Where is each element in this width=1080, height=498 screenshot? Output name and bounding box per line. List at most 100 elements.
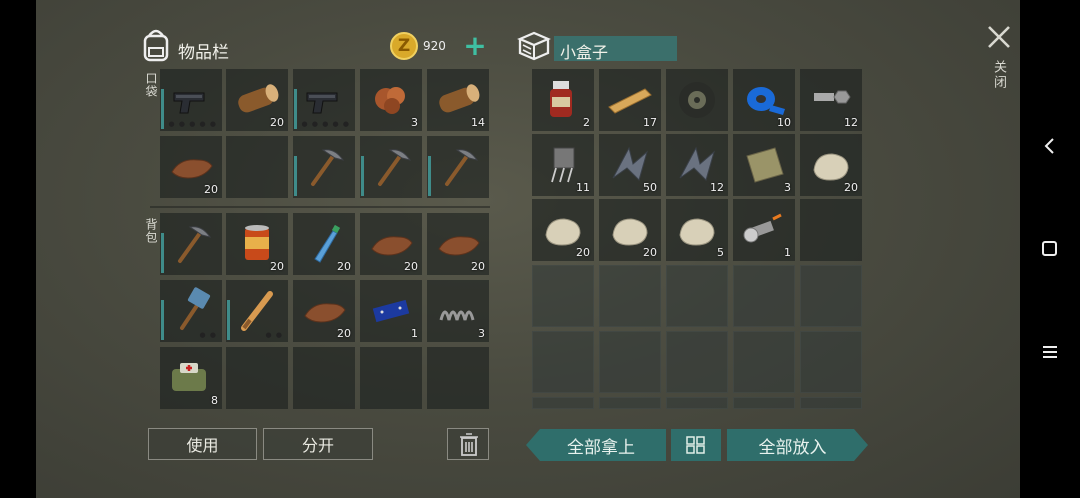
close-label[interactable]: 关闭: [989, 60, 1008, 90]
inventory-slot[interactable]: 5: [666, 199, 728, 261]
empty-slot[interactable]: [360, 347, 422, 409]
add-coins-button[interactable]: +: [462, 32, 488, 60]
durability-bar: [294, 89, 297, 129]
item-count: 20: [643, 246, 657, 259]
back-nav-icon[interactable]: [1030, 126, 1070, 166]
inventory-slot[interactable]: 3: [427, 280, 489, 342]
item-count: 8: [211, 394, 218, 407]
inventory-slot[interactable]: [293, 136, 355, 198]
inventory-slot[interactable]: 8: [160, 347, 222, 409]
empty-slot[interactable]: [666, 265, 728, 327]
box-icon: [516, 30, 552, 62]
container-name-field[interactable]: 小盒子: [554, 36, 677, 62]
item-count: 20: [270, 260, 284, 273]
inventory-slot[interactable]: 1: [733, 199, 795, 261]
inventory-slot[interactable]: 20: [226, 69, 288, 131]
inventory-slot[interactable]: 1: [360, 280, 422, 342]
empty-slot[interactable]: [666, 331, 728, 393]
durability-bar: [161, 300, 164, 340]
put-all-button[interactable]: 全部放入: [727, 429, 868, 461]
inventory-slot[interactable]: 20: [427, 213, 489, 275]
inventory-slot[interactable]: 2: [532, 69, 594, 131]
coin-count: 920: [423, 39, 446, 53]
section-divider: [150, 206, 490, 208]
item-count: 3: [478, 327, 485, 340]
empty-slot[interactable]: [733, 331, 795, 393]
inventory-slot[interactable]: 20: [293, 213, 355, 275]
empty-slot[interactable]: [733, 397, 795, 409]
empty-slot[interactable]: [532, 265, 594, 327]
home-nav-icon[interactable]: [1030, 229, 1070, 269]
empty-slot[interactable]: [226, 347, 288, 409]
item-count: 1: [784, 246, 791, 259]
inventory-slot[interactable]: 3: [360, 69, 422, 131]
item-count: 3: [411, 116, 418, 129]
trash-button[interactable]: [447, 428, 489, 460]
item-count: 20: [404, 260, 418, 273]
container-title: 小盒子: [560, 43, 609, 62]
inventory-slot[interactable]: 20: [293, 280, 355, 342]
take-all-button[interactable]: 全部拿上: [526, 429, 666, 461]
item-count: 20: [844, 181, 858, 194]
item-count: 50: [643, 181, 657, 194]
inventory-slot[interactable]: [666, 69, 728, 131]
inventory-slot[interactable]: ● ● ● ● ●: [160, 69, 222, 131]
use-button[interactable]: 使用: [148, 428, 257, 460]
inventory-slot[interactable]: 11: [532, 134, 594, 196]
inventory-slot[interactable]: 50: [599, 134, 661, 196]
close-icon[interactable]: [984, 22, 1014, 52]
left-black-bar: [0, 0, 36, 498]
inventory-slot[interactable]: 20: [599, 199, 661, 261]
item-count: 20: [270, 116, 284, 129]
empty-slot[interactable]: [599, 397, 661, 409]
empty-slot[interactable]: [532, 397, 594, 409]
inventory-slot[interactable]: 20: [360, 213, 422, 275]
inventory-slot[interactable]: 14: [427, 69, 489, 131]
inventory-slot[interactable]: 20: [226, 213, 288, 275]
empty-slot[interactable]: [599, 331, 661, 393]
empty-slot[interactable]: [666, 397, 728, 409]
inventory-slot[interactable]: 20: [532, 199, 594, 261]
trash-icon: [459, 433, 479, 461]
take-all-label: 全部拿上: [567, 437, 635, 458]
empty-slot[interactable]: [733, 265, 795, 327]
inventory-slot[interactable]: 12: [666, 134, 728, 196]
item-count: 20: [204, 183, 218, 196]
empty-slot[interactable]: [293, 347, 355, 409]
inventory-slot[interactable]: ● ●: [226, 280, 288, 342]
item-count: 20: [337, 260, 351, 273]
empty-slot[interactable]: [599, 265, 661, 327]
durability-bar: [361, 156, 364, 196]
durability-dots: ● ●: [265, 331, 283, 339]
empty-slot[interactable]: [800, 397, 862, 409]
empty-slot[interactable]: [427, 347, 489, 409]
durability-bar: [161, 89, 164, 129]
durability-bar: [161, 233, 164, 273]
pocket-label: 口袋: [144, 72, 158, 98]
inventory-slot[interactable]: [160, 213, 222, 275]
inventory-slot[interactable]: 20: [800, 134, 862, 196]
inventory-slot[interactable]: 3: [733, 134, 795, 196]
empty-slot[interactable]: [800, 265, 862, 327]
coin-icon: Z: [390, 32, 418, 60]
menu-nav-icon[interactable]: [1030, 332, 1070, 372]
empty-slot[interactable]: [800, 199, 862, 261]
empty-slot[interactable]: [226, 136, 288, 198]
empty-slot[interactable]: [532, 331, 594, 393]
inventory-slot[interactable]: [427, 136, 489, 198]
durability-bar: [294, 156, 297, 196]
empty-slot[interactable]: [800, 331, 862, 393]
inventory-slot[interactable]: ● ● ● ● ●: [293, 69, 355, 131]
sort-button[interactable]: [671, 429, 721, 461]
inventory-slot[interactable]: 20: [160, 136, 222, 198]
inventory-slot[interactable]: ● ●: [160, 280, 222, 342]
item-count: 20: [337, 327, 351, 340]
inventory-slot[interactable]: [360, 136, 422, 198]
item-count: 17: [643, 116, 657, 129]
inventory-slot[interactable]: 17: [599, 69, 661, 131]
inventory-slot[interactable]: 12: [800, 69, 862, 131]
split-button[interactable]: 分开: [263, 428, 373, 460]
item-count: 2: [583, 116, 590, 129]
inventory-slot[interactable]: 10: [733, 69, 795, 131]
durability-bar: [227, 300, 230, 340]
